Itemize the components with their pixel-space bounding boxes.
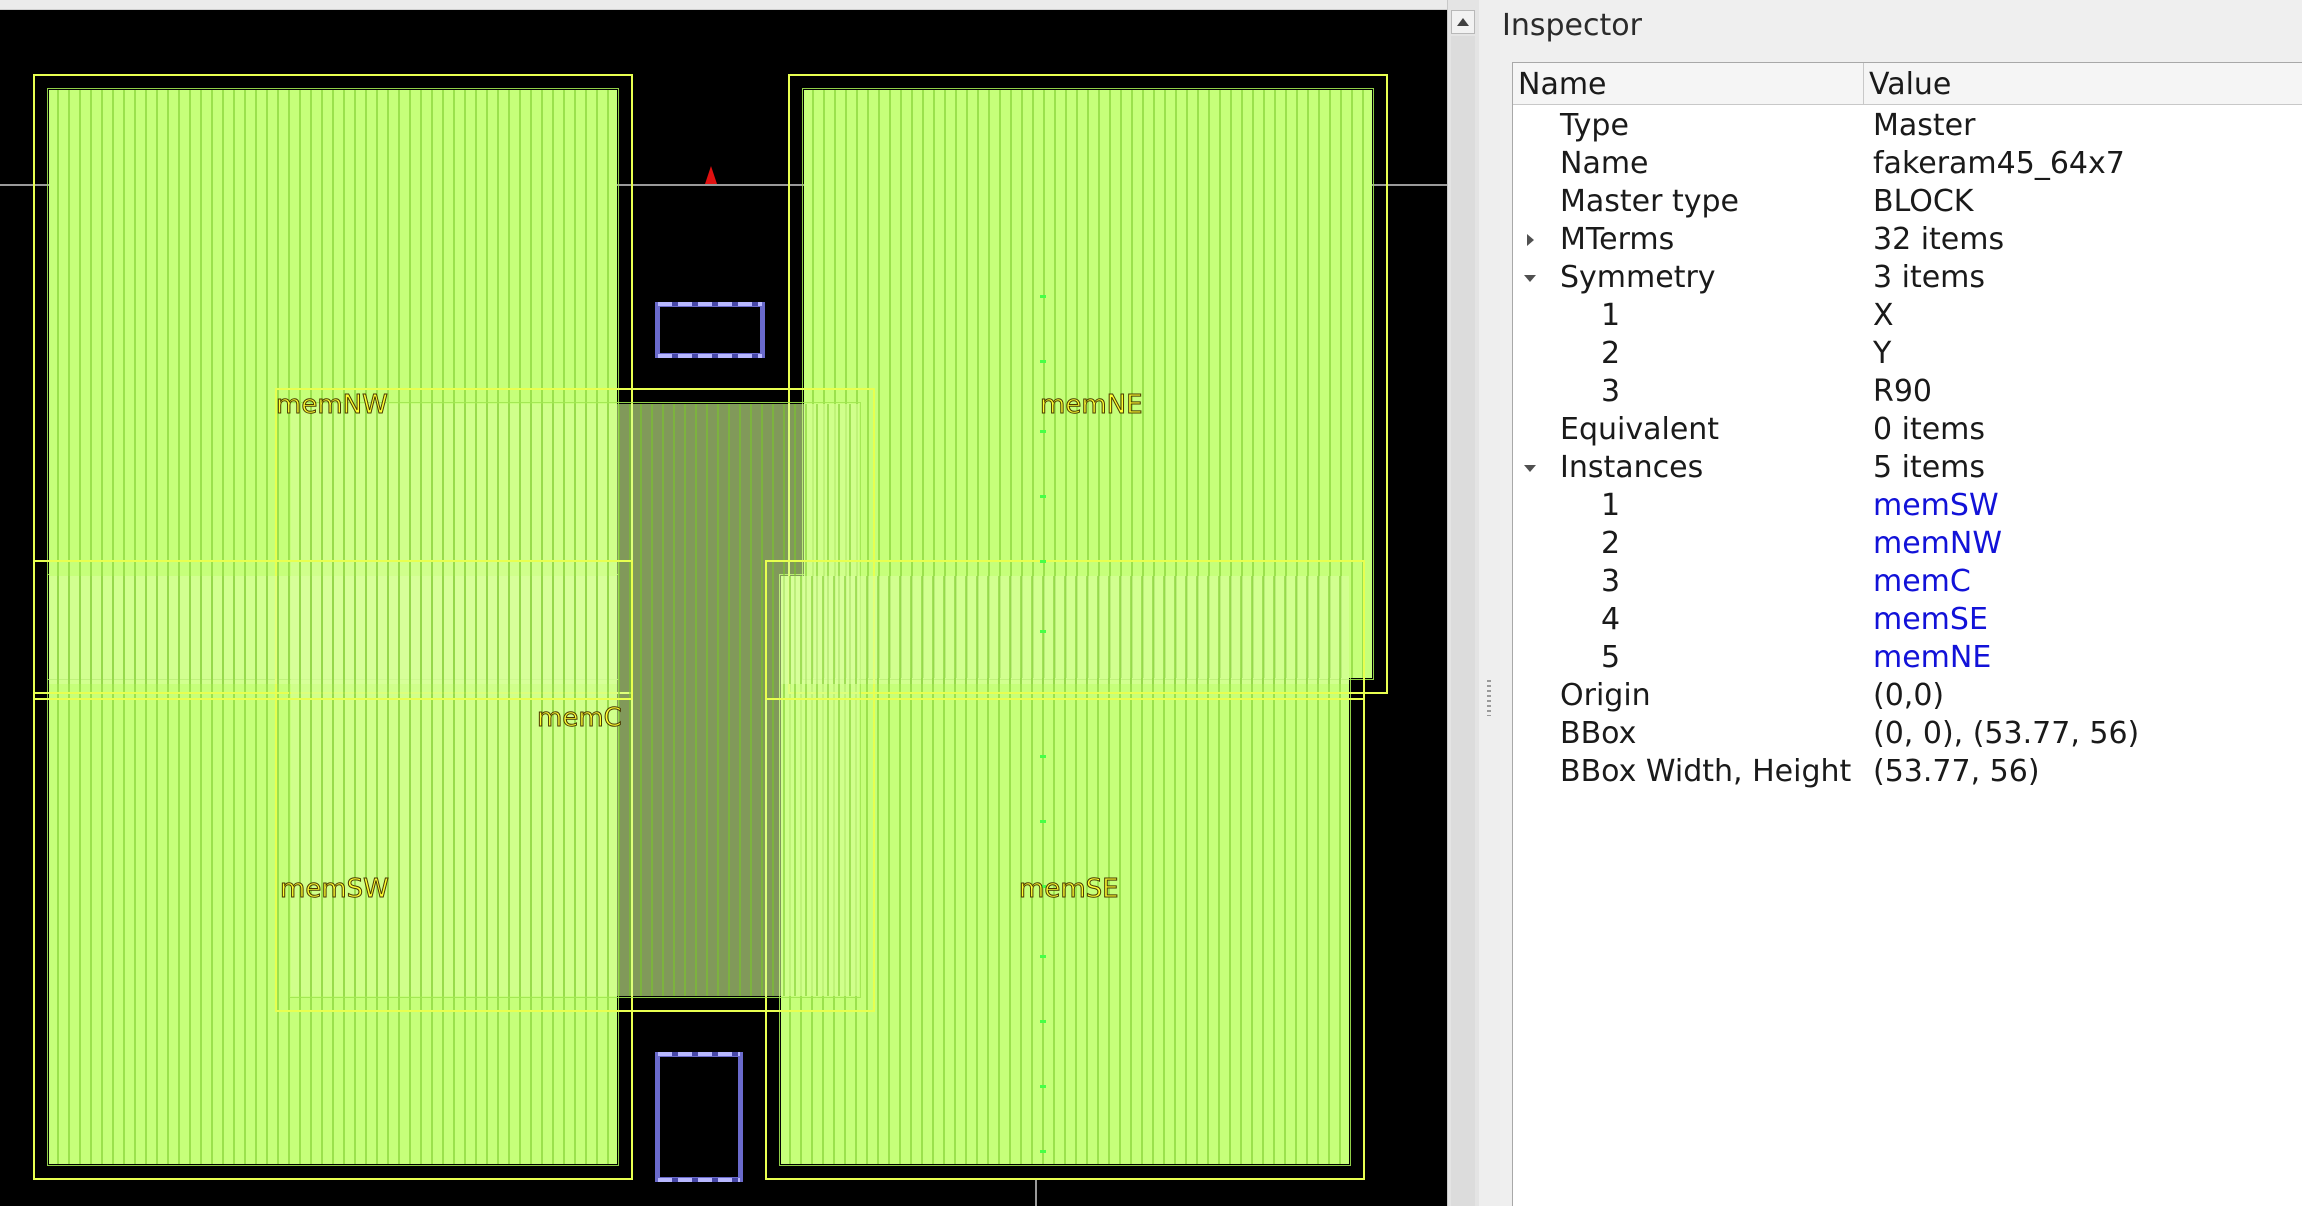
pin-marker (1040, 360, 1046, 363)
pin-marker (1040, 1150, 1046, 1153)
dock-splitter[interactable] (1479, 0, 1500, 1206)
property-row-name[interactable]: Name fakeram45_64x7 (1513, 145, 2302, 183)
layout-vertical-scrollbar[interactable] (1447, 0, 1479, 1206)
instance-link[interactable]: memC (1873, 563, 1971, 601)
property-value: 32 items (1873, 222, 2005, 257)
instance-link[interactable]: memSE (1873, 601, 1988, 639)
property-name: MTerms (1560, 222, 1675, 257)
instance-link[interactable]: memNW (1873, 525, 2002, 563)
pin-marker (1040, 560, 1046, 563)
property-name: Equivalent (1560, 412, 1720, 447)
property-row-mterms[interactable]: MTerms 32 items (1513, 221, 2302, 259)
instance-item[interactable]: 5 memNE (1513, 639, 2302, 677)
property-value: R90 (1873, 374, 1933, 409)
pin-marker (1040, 495, 1046, 498)
symmetry-item[interactable]: 1 X (1513, 297, 2302, 335)
die-boundary-line (1035, 1180, 1037, 1206)
symmetry-item[interactable]: 3 R90 (1513, 373, 2302, 411)
splitter-grip-icon (1487, 680, 1491, 716)
property-value: X (1873, 298, 1894, 333)
toolbar-edge (0, 0, 1447, 10)
property-name: 3 (1601, 564, 1621, 599)
property-value: fakeram45_64x7 (1873, 146, 2125, 181)
property-row-master-type[interactable]: Master type BLOCK (1513, 183, 2302, 221)
property-value: BLOCK (1873, 184, 1974, 219)
macro-overlap-band-left (33, 560, 633, 700)
instance-item[interactable]: 4 memSE (1513, 601, 2302, 639)
property-value: Y (1873, 336, 1892, 371)
property-row-origin[interactable]: Origin (0,0) (1513, 677, 2302, 715)
property-name: Master type (1560, 184, 1740, 219)
property-row-bbox-size[interactable]: BBox Width, Height (53.77, 56) (1513, 753, 2302, 791)
instance-label-memNE: memNE (1040, 390, 1144, 420)
pin-marker (1040, 630, 1046, 633)
macro-overlap-band-right (765, 560, 1365, 700)
property-value: 0 items (1873, 412, 1986, 447)
property-name: Symmetry (1560, 260, 1716, 295)
property-name: 4 (1601, 602, 1621, 637)
property-name: Instances (1560, 450, 1704, 485)
instance-label-memSE: memSE (1019, 874, 1120, 904)
pin-marker (1040, 1085, 1046, 1088)
property-name: Origin (1560, 678, 1651, 713)
property-name: 5 (1601, 640, 1621, 675)
property-row-equivalent[interactable]: Equivalent 0 items (1513, 411, 2302, 449)
pin-marker (1040, 430, 1046, 433)
inspector-property-table[interactable]: Name Value Type Master Name fakeram45_64… (1512, 62, 2302, 1206)
property-value: 3 items (1873, 260, 1986, 295)
instance-link[interactable]: memNE (1873, 639, 1991, 677)
property-row-bbox[interactable]: BBox (0, 0), (53.77, 56) (1513, 715, 2302, 753)
instance-item[interactable]: 2 memNW (1513, 525, 2302, 563)
pin-marker (1040, 295, 1046, 298)
instance-link[interactable]: memSW (1873, 487, 1999, 525)
pin-marker (1040, 820, 1046, 823)
column-header-value[interactable]: Value (1864, 63, 2302, 105)
symmetry-item[interactable]: 2 Y (1513, 335, 2302, 373)
property-name: 2 (1601, 526, 1621, 561)
table-header: Name Value (1513, 63, 2302, 105)
collapse-arrow-icon[interactable] (1521, 259, 1539, 297)
property-value: (0, 0), (53.77, 56) (1873, 716, 2140, 751)
instance-label-memNW: memNW (276, 390, 389, 420)
instance-item[interactable]: 3 memC (1513, 563, 2302, 601)
instance-item[interactable]: 1 memSW (1513, 487, 2302, 525)
pin-marker (1040, 955, 1046, 958)
property-name: 3 (1601, 374, 1621, 409)
property-value: Master (1873, 108, 1976, 143)
property-row-symmetry[interactable]: Symmetry 3 items (1513, 259, 2302, 297)
property-value: 5 items (1873, 450, 1986, 485)
expand-arrow-icon[interactable] (1521, 221, 1539, 259)
property-row-type[interactable]: Type Master (1513, 107, 2302, 145)
property-name: 2 (1601, 336, 1621, 371)
macro-instance-memC[interactable] (275, 388, 875, 1012)
io-pad-top[interactable] (655, 302, 765, 358)
property-name: BBox Width, Height (1560, 754, 1852, 789)
property-name: BBox (1560, 716, 1637, 751)
property-row-instances[interactable]: Instances 5 items (1513, 449, 2302, 487)
property-value: (0,0) (1873, 678, 1945, 713)
collapse-arrow-icon[interactable] (1521, 449, 1539, 487)
inspector-title: Inspector (1502, 8, 1642, 43)
openroad-gui-window: memNW memNE memC memSW memSE Inspector N… (0, 0, 2302, 1206)
property-name: Type (1560, 108, 1629, 143)
layout-viewer-canvas[interactable]: memNW memNE memC memSW memSE (0, 10, 1447, 1206)
instance-label-memC: memC (537, 703, 623, 733)
property-name: 1 (1601, 488, 1621, 523)
pin-marker (1040, 1020, 1046, 1023)
property-value: (53.77, 56) (1873, 754, 2040, 789)
io-pad-bottom[interactable] (655, 1052, 743, 1182)
scroll-up-button[interactable] (1451, 10, 1475, 34)
instance-label-memSW: memSW (280, 874, 390, 904)
property-name: Name (1560, 146, 1649, 181)
scroll-track[interactable] (1451, 36, 1475, 1206)
column-header-name[interactable]: Name (1513, 63, 1864, 105)
pin-marker (1040, 755, 1046, 758)
origin-marker-icon (705, 166, 717, 184)
property-name: 1 (1601, 298, 1621, 333)
